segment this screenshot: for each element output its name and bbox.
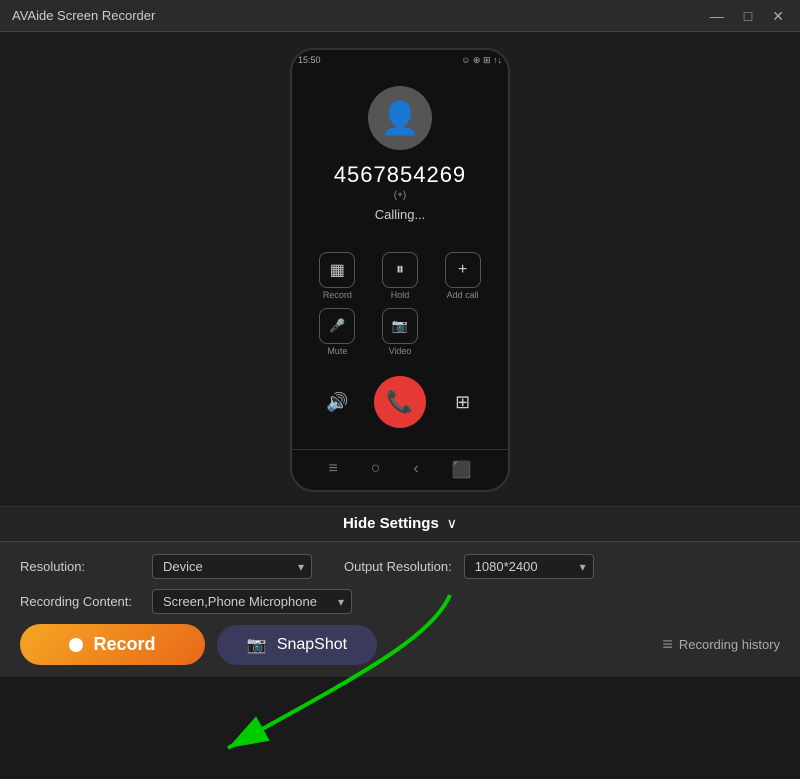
keypad-btn[interactable]: ⊞ (445, 384, 481, 420)
chevron-down-icon: ∨ (447, 515, 457, 532)
caller-label: (+) (394, 190, 407, 201)
calling-status: Calling... (375, 207, 426, 222)
snapshot-button[interactable]: 📷 SnapShot (217, 625, 377, 665)
nav-home-icon: ○ (371, 460, 381, 480)
resolution-row: Resolution: Device 1080p 720p Output Res… (20, 554, 780, 579)
action-row: Record 📷 SnapShot ≡ Recording history (20, 624, 780, 665)
record-button[interactable]: Record (20, 624, 205, 665)
snapshot-button-label: SnapShot (277, 636, 347, 654)
addcall-icon: + (445, 252, 481, 288)
caller-avatar: 👤 (368, 86, 432, 150)
hide-settings-label: Hide Settings (343, 515, 439, 532)
phone-mute-label: Mute (327, 346, 347, 356)
status-icons: ☺ ⊕ ⊞ ↑↓ (461, 55, 502, 66)
close-button[interactable]: ✕ (768, 7, 788, 25)
phone-mockup: 15:50 ☺ ⊕ ⊞ ↑↓ 👤 4567854269 (+) Calling.… (290, 48, 510, 492)
title-bar: AVAide Screen Recorder — □ ✕ (0, 0, 800, 32)
output-resolution-select-wrapper: 1080*2400 720*1280 540*960 (464, 554, 594, 579)
end-call-button[interactable]: 📞 (374, 376, 426, 428)
output-resolution-label: Output Resolution: (344, 559, 452, 574)
phone-video-label: Video (389, 346, 412, 356)
resolution-select-wrapper: Device 1080p 720p (152, 554, 312, 579)
recording-content-label: Recording Content: (20, 594, 140, 609)
phone-addcall-label: Add call (447, 290, 479, 300)
recording-history-label: Recording history (679, 637, 780, 652)
app-title: AVAide Screen Recorder (12, 8, 155, 23)
phone-action-buttons: ▦ Record ⏸ Hold + Add call 🎤 Mute 📷 (310, 252, 490, 356)
mute-icon: 🎤 (319, 308, 355, 344)
nav-back-icon: ‹ (413, 460, 418, 480)
recording-content-select[interactable]: Screen,Phone Microphone Screen only Scre… (152, 589, 352, 614)
resolution-label: Resolution: (20, 559, 140, 574)
list-icon: ≡ (662, 634, 673, 655)
camera-icon: 📷 (247, 635, 267, 655)
record-icon: ▦ (319, 252, 355, 288)
nav-menu-icon: ≡ (328, 460, 337, 480)
phone-hold-btn[interactable]: ⏸ Hold (373, 252, 428, 300)
nav-apps-icon: ⬛ (452, 460, 472, 480)
speaker-btn[interactable]: 🔊 (319, 384, 355, 420)
recording-history-button[interactable]: ≡ Recording history (662, 634, 780, 655)
phone-addcall-btn[interactable]: + Add call (435, 252, 490, 300)
main-content: 15:50 ☺ ⊕ ⊞ ↑↓ 👤 4567854269 (+) Calling.… (0, 32, 800, 541)
maximize-button[interactable]: □ (740, 7, 756, 25)
hold-icon: ⏸ (382, 252, 418, 288)
recording-content-select-wrapper: Screen,Phone Microphone Screen only Scre… (152, 589, 352, 614)
call-controls: 🔊 📞 ⊞ (310, 376, 490, 428)
phone-nav-bar: ≡ ○ ‹ ⬛ (292, 449, 508, 490)
phone-record-label: Record (323, 290, 352, 300)
output-resolution-select[interactable]: 1080*2400 720*1280 540*960 (464, 554, 594, 579)
recording-content-row: Recording Content: Screen,Phone Micropho… (20, 589, 780, 614)
phone-hold-label: Hold (391, 290, 410, 300)
caller-number: 4567854269 (334, 162, 466, 188)
phone-video-btn[interactable]: 📷 Video (373, 308, 428, 356)
minimize-button[interactable]: — (706, 7, 728, 25)
resolution-select[interactable]: Device 1080p 720p (152, 554, 312, 579)
phone-record-btn[interactable]: ▦ Record (310, 252, 365, 300)
hide-settings-bar[interactable]: Hide Settings ∨ (0, 506, 800, 541)
window-controls: — □ ✕ (706, 7, 788, 25)
phone-status-bar: 15:50 ☺ ⊕ ⊞ ↑↓ (292, 50, 508, 70)
video-icon: 📷 (382, 308, 418, 344)
status-time: 15:50 (298, 55, 321, 65)
record-button-label: Record (93, 634, 155, 655)
settings-panel: Resolution: Device 1080p 720p Output Res… (0, 541, 800, 677)
phone-mute-btn[interactable]: 🎤 Mute (310, 308, 365, 356)
person-icon: 👤 (380, 99, 420, 137)
record-dot-icon (69, 638, 83, 652)
